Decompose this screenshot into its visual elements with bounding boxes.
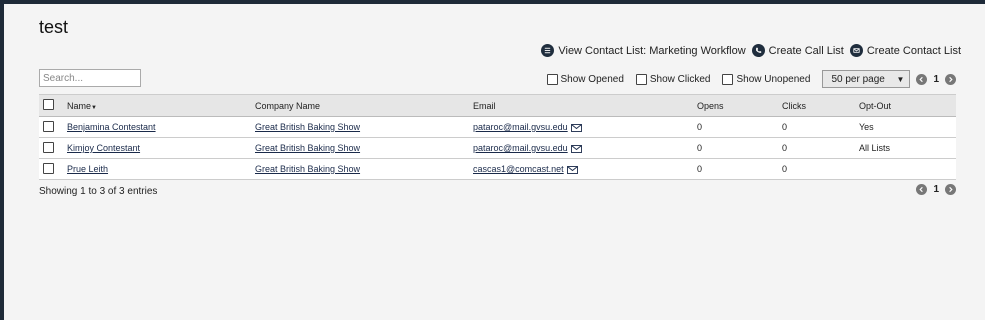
show-opened-filter[interactable]: Show Opened [546, 73, 624, 85]
column-header-opens[interactable]: Opens [697, 94, 782, 117]
company-name-link[interactable]: Great British Baking Show [255, 122, 360, 132]
create-contact-list-action[interactable]: Create Contact List [849, 44, 961, 57]
opens-value: 0 [697, 164, 703, 174]
next-page-icon[interactable] [945, 184, 956, 195]
list-icon [541, 44, 555, 57]
envelope-icon[interactable] [570, 123, 582, 132]
opens-value: 0 [697, 143, 703, 153]
contact-name-link[interactable]: Benjamina Contestant [67, 122, 156, 132]
view-contact-list-action[interactable]: View Contact List: Marketing Workflow [541, 44, 746, 57]
filter-bar: Show Opened Show Clicked Show Unopened 5… [546, 70, 956, 88]
action-bar: View Contact List: Marketing Workflow Cr… [541, 44, 961, 57]
create-call-list-label: Create Call List [768, 44, 844, 57]
column-header-clicks[interactable]: Clicks [782, 94, 859, 117]
select-all-cell [39, 94, 67, 117]
table-row: Prue Leith Great British Baking Show cas… [39, 159, 956, 180]
create-call-list-action[interactable]: Create Call List [751, 44, 844, 57]
company-name-link[interactable]: Great British Baking Show [255, 164, 360, 174]
sort-desc-icon: ▼ [91, 104, 97, 111]
phone-icon [751, 44, 765, 57]
pager-bottom: 1 [916, 184, 956, 195]
table-header-row: Name▼ Company Name Email Opens Clicks Op… [39, 94, 956, 117]
clicks-value: 0 [782, 164, 788, 174]
show-unopened-checkbox[interactable] [722, 73, 734, 85]
optout-value [859, 159, 956, 180]
contacts-table: Name▼ Company Name Email Opens Clicks Op… [39, 94, 956, 180]
column-header-name[interactable]: Name▼ [67, 94, 255, 117]
email-link[interactable]: cascas1@comcast.net [473, 164, 564, 174]
envelope-icon [849, 44, 863, 57]
select-all-checkbox[interactable] [43, 99, 54, 110]
row-checkbox[interactable] [43, 141, 54, 153]
company-name-link[interactable]: Great British Baking Show [255, 143, 360, 153]
column-header-email[interactable]: Email [473, 94, 697, 117]
row-checkbox[interactable] [43, 120, 54, 132]
clicks-value: 0 [782, 143, 788, 153]
show-opened-checkbox[interactable] [546, 73, 558, 85]
clicks-value: 0 [782, 122, 788, 132]
table-row: Benjamina Contestant Great British Bakin… [39, 117, 956, 138]
show-clicked-label: Show Clicked [649, 73, 711, 85]
column-header-company[interactable]: Company Name [255, 94, 473, 117]
show-unopened-filter[interactable]: Show Unopened [722, 73, 811, 85]
row-checkbox[interactable] [43, 162, 54, 174]
email-link[interactable]: pataroc@mail.gvsu.edu [473, 122, 568, 132]
email-link[interactable]: pataroc@mail.gvsu.edu [473, 143, 568, 153]
show-unopened-label: Show Unopened [736, 73, 811, 85]
search-input[interactable] [39, 69, 141, 87]
per-page-select[interactable]: 50 per page ▼ [822, 70, 911, 88]
prev-page-icon[interactable] [916, 184, 928, 195]
table-row: Kimjoy Contestant Great British Baking S… [39, 138, 956, 159]
current-page: 1 [933, 73, 939, 85]
prev-page-icon[interactable] [916, 73, 928, 85]
opens-value: 0 [697, 122, 703, 132]
entries-summary: Showing 1 to 3 of 3 entries [39, 186, 158, 197]
envelope-icon[interactable] [570, 144, 582, 153]
page-title: test [39, 17, 69, 37]
per-page-value: 50 per page [831, 73, 885, 85]
next-page-icon[interactable] [945, 73, 956, 85]
row-select-cell [39, 117, 67, 138]
view-contact-list-label: View Contact List: Marketing Workflow [558, 44, 746, 57]
current-page: 1 [933, 184, 939, 195]
contact-name-link[interactable]: Prue Leith [67, 164, 108, 174]
page: test View Contact List: Marketing Workfl… [4, 4, 985, 320]
create-contact-list-label: Create Contact List [866, 44, 961, 57]
show-opened-label: Show Opened [560, 73, 624, 85]
show-clicked-checkbox[interactable] [635, 73, 647, 85]
optout-value: All Lists [859, 143, 891, 153]
chevron-down-icon: ▼ [896, 74, 905, 84]
contact-name-link[interactable]: Kimjoy Contestant [67, 143, 140, 153]
row-select-cell [39, 159, 67, 180]
show-clicked-filter[interactable]: Show Clicked [635, 73, 711, 85]
column-header-optout[interactable]: Opt-Out [859, 94, 956, 117]
row-select-cell [39, 138, 67, 159]
optout-value: Yes [859, 122, 874, 132]
pager-top: 1 [916, 73, 956, 85]
envelope-icon[interactable] [566, 165, 578, 174]
